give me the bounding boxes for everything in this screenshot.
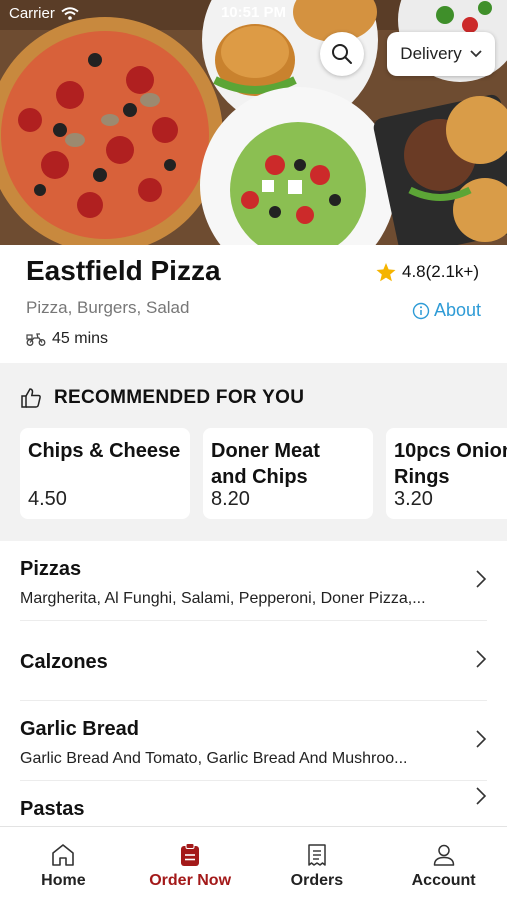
recommended-title: RECOMMENDED FOR YOU [54, 387, 305, 408]
eta-value: 45 mins [52, 330, 109, 347]
recommended-section: RECOMMENDED FOR YOU Chips & Cheese 4.50 … [0, 363, 507, 541]
search-icon [332, 44, 352, 64]
scooter-icon [26, 333, 46, 346]
recommended-item-price: 3.20 [394, 488, 433, 510]
chevron-right-icon [476, 570, 487, 588]
about-link[interactable]: About [412, 300, 481, 321]
recommended-item-price: 4.50 [28, 488, 67, 510]
delivery-eta: 45 mins [26, 330, 108, 348]
about-label: About [433, 300, 481, 320]
category-title: Pastas [20, 798, 85, 820]
status-bar: Carrier 10:51 PM [0, 0, 507, 28]
chevron-down-icon [470, 50, 482, 58]
delivery-mode-dropdown[interactable]: Delivery [387, 32, 495, 76]
recommended-item-name: Chips & Cheese [28, 438, 184, 464]
account-icon [433, 844, 454, 866]
chevron-right-icon [476, 650, 487, 668]
item-name-line2: Rings [394, 466, 450, 488]
tab-label: Orders [290, 872, 344, 889]
cuisine-types: Pizza, Burgers, Salad [26, 298, 190, 317]
category-description: Margherita, Al Funghi, Salami, Pepperoni… [20, 590, 426, 607]
category-row-pastas[interactable]: Pastas [20, 781, 487, 826]
recommended-card[interactable]: 10pcs Onion Rings 3.20 [386, 428, 507, 519]
category-row-calzones[interactable]: Calzones [20, 621, 487, 701]
category-row-garlic-bread[interactable]: Garlic Bread Garlic Bread And Tomato, Ga… [20, 701, 487, 781]
chevron-right-icon [476, 730, 487, 748]
item-name-line1: Chips & Cheese [28, 440, 181, 462]
tab-order-now[interactable]: Order Now [127, 827, 254, 900]
delivery-mode-label: Delivery [400, 44, 462, 63]
category-title: Garlic Bread [20, 718, 139, 740]
tab-home[interactable]: Home [0, 827, 127, 900]
recommended-card[interactable]: Doner Meat and Chips 8.20 [203, 428, 373, 519]
category-title: Pizzas [20, 558, 82, 580]
tab-orders[interactable]: Orders [254, 827, 381, 900]
recommended-card[interactable]: Chips & Cheese 4.50 [20, 428, 190, 519]
category-description: Garlic Bread And Tomato, Garlic Bread An… [20, 750, 408, 767]
bottom-tab-bar: Home Order Now Orders Account [0, 826, 507, 900]
item-name-line1: Doner Meat [211, 440, 320, 462]
tab-account[interactable]: Account [380, 827, 507, 900]
status-time: 10:51 PM [220, 4, 287, 21]
recommended-item-price: 8.20 [211, 488, 250, 510]
rating-value: 4.8(2.1k+) [401, 262, 479, 281]
recommended-item-name: 10pcs Onion Rings [394, 438, 507, 490]
tab-label: Order Now [149, 872, 232, 889]
recommended-item-name: Doner Meat and Chips [211, 438, 367, 490]
order-icon [181, 843, 200, 866]
recommended-header: RECOMMENDED FOR YOU [20, 387, 304, 409]
tab-label: Home [41, 872, 86, 889]
hero-banner: Carrier 10:51 PM Delivery [0, 0, 507, 245]
thumbs-up-icon [21, 388, 41, 408]
receipt-icon [308, 844, 326, 866]
category-title: Calzones [20, 651, 108, 673]
category-row-pizzas[interactable]: Pizzas Margherita, Al Funghi, Salami, Pe… [20, 541, 487, 621]
tab-label: Account [411, 872, 476, 889]
item-name-line1: 10pcs Onion [394, 440, 507, 462]
recommended-carousel[interactable]: Chips & Cheese 4.50 Doner Meat and Chips… [20, 428, 507, 519]
restaurant-rating: 4.8(2.1k+) [376, 262, 479, 282]
restaurant-info: Eastfield Pizza 4.8(2.1k+) Pizza, Burger… [0, 245, 507, 363]
home-icon [52, 844, 75, 866]
info-icon [412, 302, 430, 319]
star-icon [376, 262, 396, 281]
search-button[interactable] [320, 32, 364, 76]
chevron-right-icon [476, 787, 487, 805]
menu-category-list[interactable]: Pizzas Margherita, Al Funghi, Salami, Pe… [0, 541, 507, 826]
restaurant-name: Eastfield Pizza [26, 255, 221, 286]
item-name-line2: and Chips [211, 466, 308, 488]
